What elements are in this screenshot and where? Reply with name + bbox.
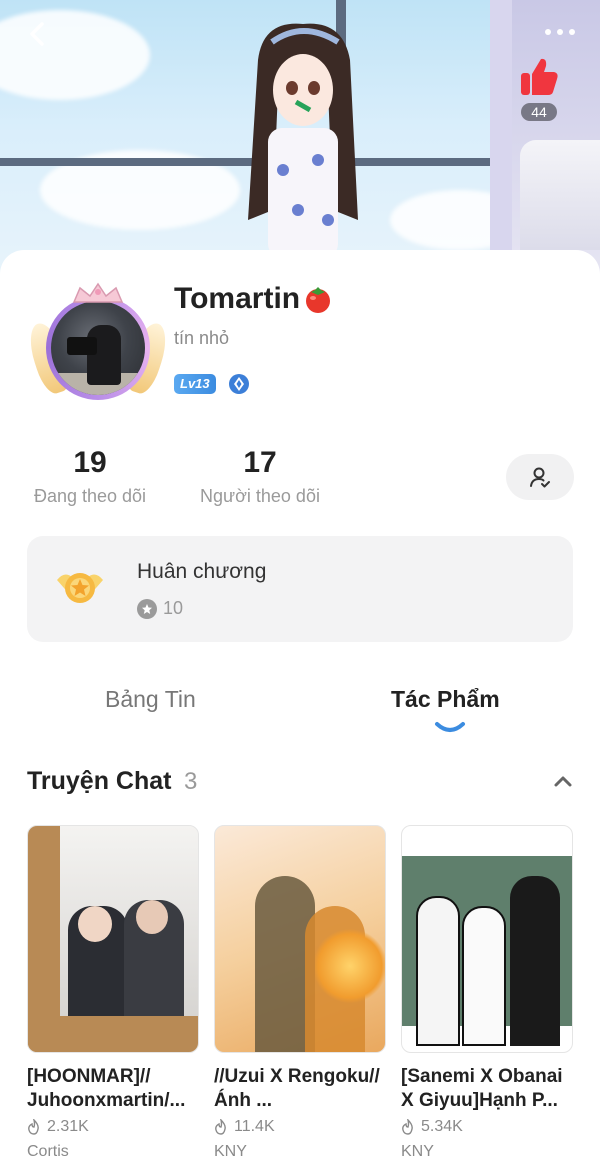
- story-title: [HOONMAR]// Juhoonxmartin/...: [27, 1066, 186, 1111]
- profile-sheet: Tomartin tín nhỏ Lv13 19 Đang theo dõi 1…: [0, 250, 600, 1176]
- like-count: 44: [521, 103, 557, 121]
- following-stat[interactable]: 19 Đang theo dõi: [26, 446, 154, 507]
- flame-icon: [402, 1119, 413, 1135]
- tab-feed[interactable]: Bảng Tin: [105, 686, 196, 713]
- character-illustration: [248, 23, 358, 258]
- story-thumbnail: [401, 825, 573, 1053]
- story-thumbnail: [214, 825, 386, 1053]
- medals-title: Huân chương: [137, 560, 267, 583]
- story-title: //Uzui X Rengoku// Ánh ...: [214, 1066, 380, 1111]
- story-views-value: 5.34K: [421, 1118, 463, 1135]
- story-title: [Sanemi X Obanai X Giyuu]Hạnh P...: [401, 1066, 563, 1111]
- profile-name: Tomartin: [174, 282, 334, 316]
- followers-count: 17: [243, 446, 277, 479]
- medals-count-value: 10: [163, 598, 184, 618]
- profile-bio: tín nhỏ: [174, 328, 230, 348]
- story-views: 11.4K: [214, 1117, 386, 1137]
- flame-icon: [215, 1119, 226, 1135]
- more-dot-icon: [557, 29, 563, 35]
- medals-count: 10: [137, 598, 183, 619]
- avatar-frame-ring: [46, 296, 150, 400]
- flame-icon: [28, 1119, 39, 1135]
- story-card[interactable]: //Uzui X Rengoku// Ánh ... 11.4K KNY: [214, 825, 386, 1161]
- more-options-button[interactable]: [540, 22, 580, 42]
- thumbs-up-icon: [521, 58, 558, 95]
- more-dot-icon: [545, 29, 551, 35]
- user-check-icon: [530, 467, 550, 488]
- followers-label: Người theo dõi: [200, 486, 320, 506]
- story-views-value: 2.31K: [47, 1118, 89, 1135]
- more-dot-icon: [569, 29, 575, 35]
- story-views-value: 11.4K: [234, 1118, 275, 1135]
- avatar[interactable]: [23, 282, 173, 406]
- level-badge[interactable]: Lv13: [174, 374, 216, 394]
- profile-name-text: Tomartin: [174, 282, 301, 315]
- profile-banner: 44: [0, 0, 600, 280]
- chair: [520, 140, 600, 250]
- back-icon[interactable]: [22, 18, 54, 50]
- story-tag: Cortis: [27, 1143, 69, 1160]
- avatar-photo: [51, 301, 145, 395]
- avatar-crown-icon: [72, 282, 124, 303]
- section-count: 3: [184, 768, 198, 795]
- chevron-up-icon[interactable]: [552, 770, 574, 792]
- tomato-icon: [306, 287, 331, 313]
- tab-works[interactable]: Tác Phẩm: [391, 686, 500, 713]
- story-views: 5.34K: [401, 1117, 573, 1137]
- story-thumbnail: [27, 825, 199, 1053]
- curtain: [490, 0, 512, 280]
- active-tab-indicator: [435, 722, 465, 732]
- story-views: 2.31K: [27, 1117, 199, 1137]
- like-button[interactable]: 44: [516, 55, 562, 122]
- follow-user-button[interactable]: [506, 454, 574, 500]
- medal-icon: [57, 573, 103, 603]
- medals-card[interactable]: Huân chương 10: [27, 536, 573, 642]
- story-card[interactable]: [HOONMAR]// Juhoonxmartin/... 2.31K Cort…: [27, 825, 199, 1161]
- story-tag: KNY: [214, 1143, 247, 1160]
- story-card[interactable]: [Sanemi X Obanai X Giyuu]Hạnh P... 5.34K…: [401, 825, 573, 1161]
- following-count: 19: [73, 446, 107, 479]
- gem-badge-icon[interactable]: [228, 373, 250, 395]
- following-label: Đang theo dõi: [33, 486, 147, 506]
- section-title: Truyện Chat: [27, 767, 172, 795]
- star-icon: [137, 598, 157, 619]
- followers-stat[interactable]: 17 Người theo dõi: [190, 446, 330, 507]
- story-tag: KNY: [401, 1143, 434, 1160]
